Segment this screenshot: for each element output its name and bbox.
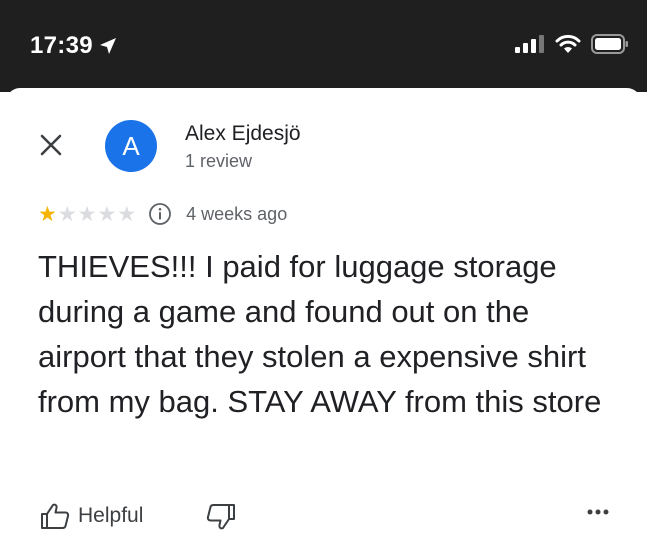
status-bar: 17:39 bbox=[0, 0, 647, 92]
review-sheet: A Alex Ejdesjö 1 review ★ ★ ★ ★ ★ 4 weeks ag… bbox=[6, 88, 641, 548]
battery-icon bbox=[591, 34, 628, 54]
review-count: 1 review bbox=[185, 151, 253, 171]
star-empty-icon: ★ bbox=[97, 202, 117, 226]
thumbs-up-icon bbox=[41, 503, 70, 529]
status-time: 17:39 bbox=[30, 32, 117, 60]
star-empty-icon: ★ bbox=[57, 202, 77, 226]
star-rating: ★ ★ ★ ★ ★ bbox=[38, 204, 136, 225]
avatar[interactable]: A bbox=[105, 120, 157, 172]
location-arrow-icon bbox=[99, 38, 116, 54]
review-date: 4 weeks ago bbox=[186, 203, 288, 224]
cellular-signal-icon bbox=[515, 35, 544, 53]
star-empty-icon: ★ bbox=[77, 202, 97, 226]
status-icons bbox=[515, 34, 629, 54]
thumbs-down-icon[interactable] bbox=[206, 503, 236, 531]
more-options-icon[interactable] bbox=[586, 508, 610, 516]
review-text: THIEVES!!! I paid for luggage storage du… bbox=[38, 249, 602, 419]
avatar-letter: A bbox=[122, 130, 140, 161]
star-filled-icon: ★ bbox=[38, 202, 57, 226]
info-icon[interactable] bbox=[148, 202, 172, 226]
close-icon[interactable] bbox=[36, 130, 66, 160]
helpful-button[interactable]: Helpful bbox=[40, 502, 143, 530]
reviewer-name[interactable]: Alex Ejdesjö bbox=[185, 122, 301, 146]
review-actions: Helpful bbox=[40, 502, 610, 538]
wifi-icon bbox=[555, 34, 581, 53]
status-time-text: 17:39 bbox=[30, 32, 93, 59]
helpful-label: Helpful bbox=[78, 504, 144, 527]
rating-row: ★ ★ ★ ★ ★ 4 weeks ago bbox=[38, 202, 287, 226]
star-empty-icon: ★ bbox=[117, 202, 137, 226]
